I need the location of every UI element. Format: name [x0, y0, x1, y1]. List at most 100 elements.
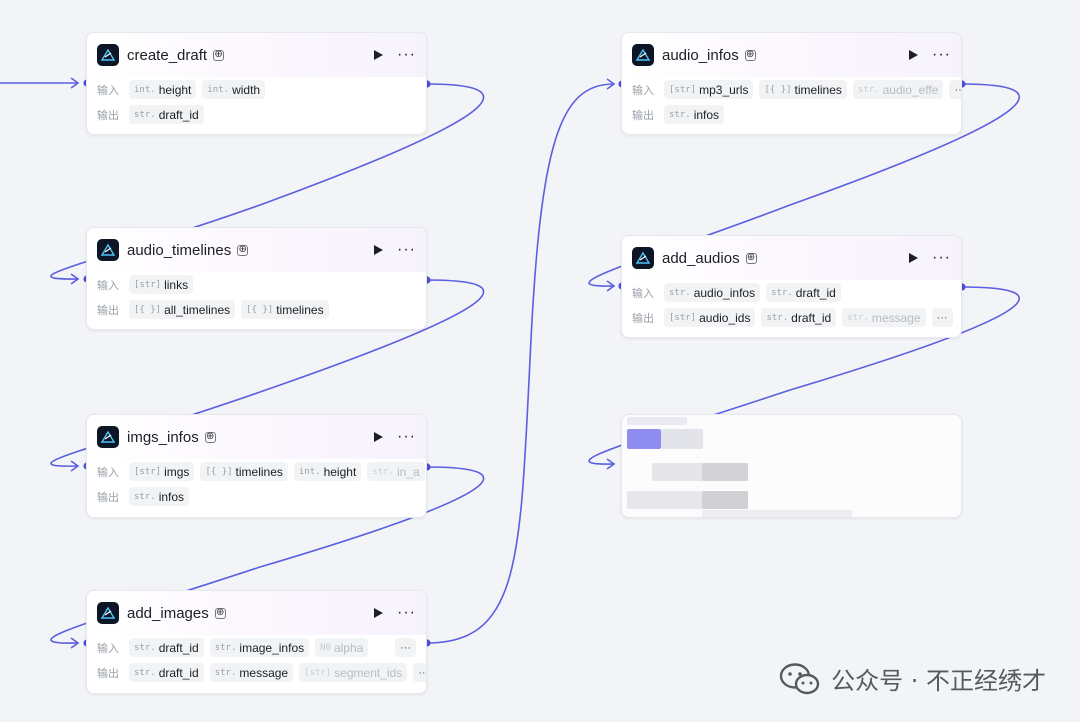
- watermark-text: 公众号 · 不正经绣才: [831, 667, 1046, 695]
- node-title: imgs_infos: [127, 428, 199, 446]
- output-row: 输出 [{ }] all_timelines [{ }] timelines: [87, 297, 426, 322]
- plugin-logo-icon: [632, 247, 654, 269]
- ports: [83, 79, 966, 647]
- input-param: str. draft_id: [766, 283, 841, 302]
- plugin-logo-icon: [97, 44, 119, 66]
- node-create-draft[interactable]: create_draft ⊕ ··· 输入 int. height int. wid…: [86, 32, 427, 135]
- plugin-logo-icon: [97, 602, 119, 624]
- input-param: [str] mp3_urls: [664, 80, 754, 99]
- input-label: 输入: [97, 279, 119, 292]
- input-label: 输入: [97, 84, 119, 97]
- run-icon[interactable]: [909, 50, 919, 60]
- plugin-badge-icon: ⊕: [745, 252, 757, 264]
- more-icon[interactable]: ···: [932, 47, 951, 63]
- blurred-region: [702, 510, 852, 517]
- input-row: 输入 [str] mp3_urls [{ }] timelines str. audi…: [622, 77, 961, 102]
- output-label: 输出: [632, 109, 654, 122]
- node-imgs-infos[interactable]: imgs_infos ⊕ ··· 输入 [str] imgs [{ }] timel…: [86, 414, 427, 518]
- more-params-button[interactable]: ···: [395, 638, 416, 657]
- more-icon[interactable]: ···: [397, 47, 416, 63]
- node-audio-infos[interactable]: audio_infos ⊕ ··· 输入 [str] mp3_urls [{ }]…: [621, 32, 962, 135]
- more-params-button[interactable]: ···: [413, 663, 426, 682]
- node-header[interactable]: audio_infos ⊕ ···: [622, 33, 961, 77]
- output-param: str. infos: [664, 105, 725, 124]
- node-title: create_draft: [127, 46, 208, 64]
- run-icon[interactable]: [374, 608, 384, 618]
- node-add-audios[interactable]: add_audios ⊕ ··· 输入 str. audio_infos str.…: [621, 235, 962, 338]
- blurred-region: [627, 417, 687, 425]
- node-header[interactable]: add_audios ⊕ ···: [622, 236, 961, 280]
- node-add-images[interactable]: add_images ⊕ ··· 输入 str. draft_id str. ima…: [86, 590, 427, 694]
- more-params-button[interactable]: ···: [949, 80, 961, 99]
- input-param: [{ }] timelines: [200, 462, 288, 481]
- output-param: str. draft_id: [761, 308, 837, 327]
- node-obscured[interactable]: [621, 414, 962, 518]
- input-param: [str] links: [129, 275, 194, 294]
- more-icon[interactable]: ···: [397, 242, 416, 258]
- node-header[interactable]: create_draft ⊕ ···: [87, 33, 426, 77]
- node-title: audio_infos: [662, 46, 739, 64]
- input-param: int. height: [293, 462, 362, 481]
- output-label: 输出: [97, 304, 119, 317]
- node-title: audio_timelines: [127, 241, 232, 259]
- input-row: 输入 int. height int. width: [87, 77, 426, 102]
- node-audio-timelines[interactable]: audio_timelines ⊕ ··· 输入 [str] links 输出 […: [86, 227, 427, 330]
- input-param: [str] imgs: [129, 462, 195, 481]
- blurred-region: [627, 429, 661, 449]
- more-icon[interactable]: ···: [932, 250, 951, 266]
- output-param: [str] audio_ids: [664, 308, 756, 327]
- plugin-logo-icon: [97, 239, 119, 261]
- input-row: 输入 str. draft_id str. image_infos N0 alpha …: [87, 635, 426, 660]
- input-param: str. in_a: [367, 462, 425, 481]
- input-param: str. image_infos: [209, 638, 310, 657]
- output-row: 输出 str. draft_id str. message [str] segment…: [87, 660, 426, 685]
- input-label: 输入: [97, 466, 119, 479]
- output-row: 输出 str. infos: [87, 484, 426, 509]
- run-icon[interactable]: [374, 50, 384, 60]
- run-icon[interactable]: [374, 432, 384, 442]
- input-param: [{ }] timelines: [759, 80, 847, 99]
- plugin-badge-icon: ⊕: [237, 244, 249, 256]
- more-icon[interactable]: ···: [397, 605, 416, 621]
- node-header[interactable]: imgs_infos ⊕ ···: [87, 415, 426, 459]
- output-param: str. draft_id: [129, 105, 204, 124]
- output-param: str. message: [209, 663, 294, 682]
- node-header[interactable]: add_images ⊕ ···: [87, 591, 426, 635]
- output-row: 输出 str. infos: [622, 102, 961, 127]
- blurred-region: [702, 491, 748, 509]
- edge-add-images-to-audio-infos: [426, 83, 615, 644]
- output-param: [str] segment_ids: [299, 663, 408, 682]
- node-title: add_audios: [662, 249, 740, 267]
- input-param: str. audio_effe: [852, 80, 944, 99]
- more-params-button[interactable]: ···: [931, 308, 953, 327]
- plugin-badge-icon: ⊕: [744, 49, 756, 61]
- input-label: 输入: [97, 642, 119, 655]
- input-param: int. height: [129, 80, 197, 99]
- output-param: str. draft_id: [129, 663, 204, 682]
- input-param: str. draft_id: [129, 638, 204, 657]
- output-param: [{ }] timelines: [241, 300, 329, 319]
- output-row: 输出 str. draft_id: [87, 102, 426, 127]
- run-icon[interactable]: [374, 245, 384, 255]
- output-label: 输出: [97, 667, 119, 680]
- plugin-logo-icon: [632, 44, 654, 66]
- input-param: N0 alpha: [315, 638, 369, 657]
- run-icon[interactable]: [909, 253, 919, 263]
- input-label: 输入: [632, 287, 654, 300]
- more-icon[interactable]: ···: [397, 429, 416, 445]
- blurred-region: [702, 463, 748, 481]
- input-param: int. width: [202, 80, 266, 99]
- plugin-badge-icon: ⊕: [204, 431, 216, 443]
- output-param: [{ }] all_timelines: [129, 300, 236, 319]
- output-label: 输出: [97, 491, 119, 504]
- output-label: 输出: [632, 312, 654, 325]
- plugin-badge-icon: ⊕: [213, 49, 225, 61]
- output-row: 输出 [str] audio_ids str. draft_id str. messa…: [622, 305, 961, 330]
- wechat-icon: [779, 662, 820, 694]
- output-param: str. message: [842, 308, 926, 327]
- input-row: 输入 [str] imgs [{ }] timelines int. height s…: [87, 459, 426, 484]
- blurred-region: [661, 429, 703, 449]
- input-row: 输入 str. audio_infos str. draft_id: [622, 280, 961, 305]
- input-param: str. audio_infos: [664, 283, 761, 302]
- node-header[interactable]: audio_timelines ⊕ ···: [87, 228, 426, 272]
